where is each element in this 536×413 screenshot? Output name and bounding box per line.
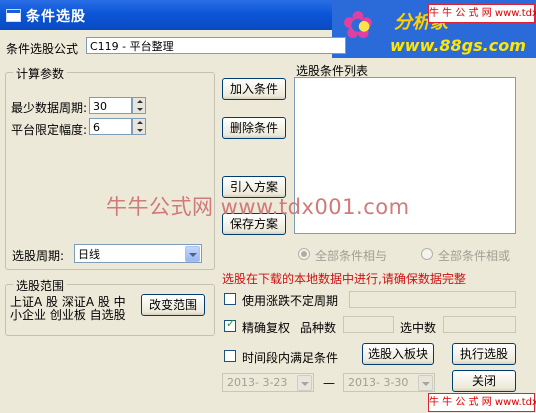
time-range-checkbox[interactable] bbox=[224, 350, 236, 362]
window-title: 条件选股 bbox=[26, 9, 86, 25]
all-or-radio[interactable] bbox=[421, 248, 433, 260]
watermark-center: 牛牛公式网 www.tdx001.com bbox=[106, 195, 410, 219]
end-date-value: 2013- 3-30 bbox=[348, 376, 409, 389]
period-value: 日线 bbox=[78, 248, 100, 261]
ignore-suspend-label: 使用涨跌不定周期 bbox=[242, 294, 339, 308]
all-or-label: 全部条件相或 bbox=[438, 249, 511, 263]
change-range-button[interactable]: 改变范围 bbox=[141, 294, 205, 316]
exact-restore-checkbox[interactable]: ✓ bbox=[224, 317, 236, 332]
min-period-input[interactable]: 30 bbox=[89, 97, 132, 114]
watermark-top: 牛 牛 公 式 网 www.tdx001.com bbox=[428, 4, 536, 23]
min-period-label: 最少数据周期: bbox=[11, 101, 88, 115]
min-period-spinner[interactable] bbox=[132, 97, 146, 114]
run-select-button[interactable]: 执行选股 bbox=[452, 343, 516, 365]
flower-center-icon: ● bbox=[358, 18, 371, 34]
check-icon: ✓ bbox=[226, 317, 236, 330]
period-select[interactable]: 日线 bbox=[74, 244, 202, 263]
all-and-radio[interactable] bbox=[298, 248, 310, 260]
delete-condition-button[interactable]: 删除条件 bbox=[222, 117, 286, 139]
suspend-period-field bbox=[349, 291, 516, 308]
start-date-value: 2013- 3-23 bbox=[227, 376, 288, 389]
date-separator: — bbox=[323, 376, 335, 390]
exact-restore-label: 精确复权 bbox=[242, 321, 291, 335]
time-range-label: 时间段内满足条件 bbox=[242, 351, 339, 365]
window-icon bbox=[6, 9, 21, 22]
condition-select-window: 条件选股 ✿ ● 分析家 www.88gs.com 牛 牛 公 式 网 www.… bbox=[0, 0, 536, 413]
range-label: 选股范围 bbox=[13, 277, 68, 294]
period-label: 选股周期: bbox=[12, 249, 65, 263]
platform-range-label: 平台限定幅度: bbox=[11, 123, 88, 137]
chevron-down-icon bbox=[418, 375, 433, 391]
close-button[interactable]: 关闭 bbox=[452, 370, 516, 392]
to-sector-button[interactable]: 选股入板块 bbox=[362, 343, 434, 365]
chevron-down-icon[interactable] bbox=[185, 246, 200, 262]
chevron-down-icon bbox=[297, 375, 312, 391]
platform-range-input[interactable]: 6 bbox=[89, 118, 132, 135]
watermark-bottom: 牛 牛 公 式 网 www.tdx001.com bbox=[428, 393, 536, 412]
variety-count-label: 品种数 bbox=[300, 321, 337, 335]
radio-dot bbox=[301, 251, 307, 257]
calc-params-label: 计算参数 bbox=[13, 65, 68, 82]
range-text: 上证A 股 深证A 股 中小企业 创业板 自选股 bbox=[10, 295, 126, 322]
variety-count-field bbox=[343, 316, 394, 333]
all-and-label: 全部条件相与 bbox=[315, 249, 388, 263]
selected-count-label: 选中数 bbox=[400, 321, 437, 335]
selected-count-field bbox=[443, 316, 516, 333]
ignore-suspend-checkbox[interactable] bbox=[224, 293, 236, 305]
platform-range-spinner[interactable] bbox=[132, 118, 146, 135]
end-date-picker: 2013- 3-30 bbox=[343, 373, 435, 392]
start-date-picker: 2013- 3-23 bbox=[222, 373, 314, 392]
add-condition-button[interactable]: 加入条件 bbox=[222, 78, 286, 100]
notice-text: 选股在下载的本地数据中进行,请确保数据完整 bbox=[222, 272, 466, 286]
formula-label: 条件选股公式 bbox=[6, 42, 79, 56]
ad-url: www.88gs.com bbox=[390, 36, 526, 55]
formula-field[interactable]: C119 - 平台整理 bbox=[86, 37, 346, 54]
